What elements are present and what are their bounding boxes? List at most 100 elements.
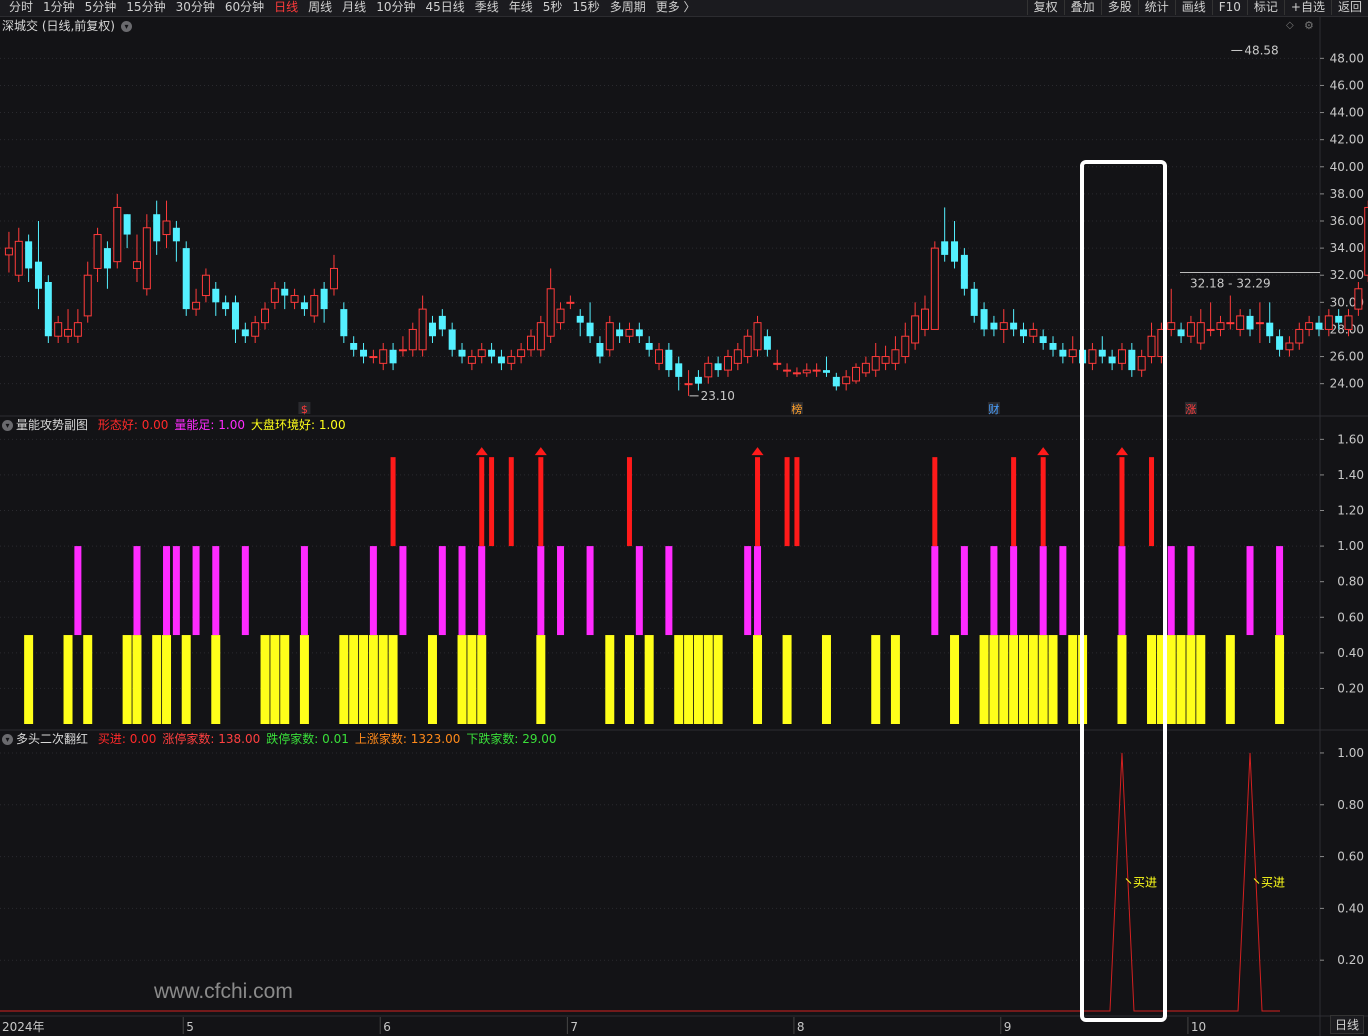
candle-body <box>951 241 959 262</box>
candle-body <box>1117 349 1126 364</box>
indicator-bar <box>74 546 82 636</box>
indicator-bar <box>1187 546 1195 636</box>
y-tick-label: 36.00 <box>1330 214 1364 228</box>
x-tick-label: 10 <box>1191 1020 1206 1034</box>
y-tick-label: 1.40 <box>1337 468 1364 482</box>
period-button[interactable]: 日线 <box>1329 1015 1364 1034</box>
indicator-name[interactable]: 量能攻势副图 <box>16 418 88 432</box>
candle-body <box>704 362 713 378</box>
candle-body <box>773 362 782 365</box>
y-tick-label: 0.20 <box>1337 681 1364 695</box>
candle-body <box>1276 336 1284 350</box>
chevron-down-icon[interactable]: ▾ <box>2 420 13 431</box>
indicator-bar <box>122 635 132 724</box>
diamond-icon[interactable]: ◇ <box>1286 20 1294 31</box>
candle-body <box>340 309 348 337</box>
y-tick-label: 38.00 <box>1330 187 1364 201</box>
candle-body <box>241 329 249 337</box>
indicator-bar <box>349 635 359 724</box>
candle-body <box>941 241 949 255</box>
candle-body <box>83 274 92 317</box>
event-marker: 财 <box>988 402 999 416</box>
candle-body <box>920 308 929 330</box>
buy-signal-label: 买进 <box>1133 875 1157 889</box>
x-tick-label: 8 <box>797 1020 805 1034</box>
indicator-bar <box>172 546 180 636</box>
indicator-bar <box>390 457 396 547</box>
candle-body <box>222 302 230 310</box>
indicator-bar <box>211 635 221 724</box>
candle-body <box>1128 349 1136 371</box>
indicator-bar <box>557 546 565 636</box>
y-tick-label: 1.60 <box>1337 432 1364 446</box>
y-tick-label: 1.00 <box>1337 539 1364 553</box>
indicator-bar <box>538 457 544 547</box>
candle-body <box>517 349 526 358</box>
indicator-bar <box>457 635 467 724</box>
signal_panel-item-value: 0.00 <box>129 732 157 746</box>
candle-body <box>1206 328 1215 331</box>
candle-body <box>1019 329 1027 337</box>
y-tick-label: 0.40 <box>1337 646 1364 660</box>
signal_panel-item-value: 0.01 <box>322 732 349 746</box>
y-tick-label: 44.00 <box>1330 106 1364 120</box>
indicator-bar <box>536 635 546 724</box>
signal-name[interactable]: 多头二次翻红 <box>16 732 88 746</box>
candle-body <box>684 383 693 386</box>
indicator-bar <box>378 635 388 724</box>
indicator-bar <box>63 635 73 724</box>
chevron-down-icon[interactable]: ▾ <box>121 21 132 32</box>
indicator_panel-item-0: 形态好: 0.00 <box>98 418 169 432</box>
indicator-bar <box>1246 546 1254 636</box>
indicator-bar <box>1147 635 1157 724</box>
x-tick-label: 5 <box>186 1020 194 1034</box>
candle-body <box>1039 336 1047 343</box>
candle-body <box>1167 322 1176 330</box>
candle-body <box>596 343 604 357</box>
indicator-bar <box>260 635 270 724</box>
indicator-bar <box>477 635 487 724</box>
candle-body <box>379 349 388 364</box>
indicator-bar <box>665 546 673 636</box>
candle-body <box>290 295 299 303</box>
indicator-bar <box>1059 546 1067 636</box>
chevron-down-icon[interactable]: ▾ <box>2 734 13 745</box>
indicator-bar <box>999 635 1009 724</box>
candle-body <box>802 369 811 374</box>
candle-body <box>281 288 289 296</box>
candle-body <box>418 308 427 351</box>
candle-body <box>360 349 368 357</box>
candle-body <box>192 301 201 310</box>
indicator-bar <box>1028 635 1038 724</box>
candle-body <box>14 240 23 276</box>
indicator-bar <box>1276 546 1284 636</box>
candle-body <box>389 349 397 364</box>
indicator-bar <box>1166 635 1176 724</box>
candle-body <box>1344 315 1353 330</box>
indicator-bar <box>537 546 545 636</box>
y-tick-label: 1.00 <box>1337 746 1364 760</box>
indicator-bar <box>990 546 998 636</box>
stock-title[interactable]: 深城交 (日线,前复权) <box>2 19 115 33</box>
indicator-bar <box>890 635 900 724</box>
gear-icon[interactable]: ⚙ <box>1304 19 1314 32</box>
indicator-bar <box>1149 457 1155 547</box>
y-tick-label: 26.00 <box>1330 350 1364 364</box>
candle-body <box>586 322 594 337</box>
candle-body <box>54 322 63 337</box>
candle-body <box>182 248 190 310</box>
candle-body <box>438 315 446 330</box>
candle-body <box>1236 315 1245 330</box>
event-marker: 涨 <box>1185 403 1196 416</box>
candle-body <box>201 274 210 297</box>
candle-body <box>566 301 575 304</box>
indicator-bar <box>794 457 800 547</box>
candle-body <box>960 254 968 289</box>
indicator-bar <box>753 635 763 724</box>
chart-canvas[interactable]: 24.0026.0028.0030.0032.0034.0036.0038.00… <box>0 0 1368 1036</box>
indicator-bar <box>133 546 141 636</box>
indicator-bar <box>479 457 485 547</box>
chart-background <box>0 17 1368 1036</box>
indicator-bar <box>1040 457 1046 547</box>
candle-body <box>162 220 171 236</box>
